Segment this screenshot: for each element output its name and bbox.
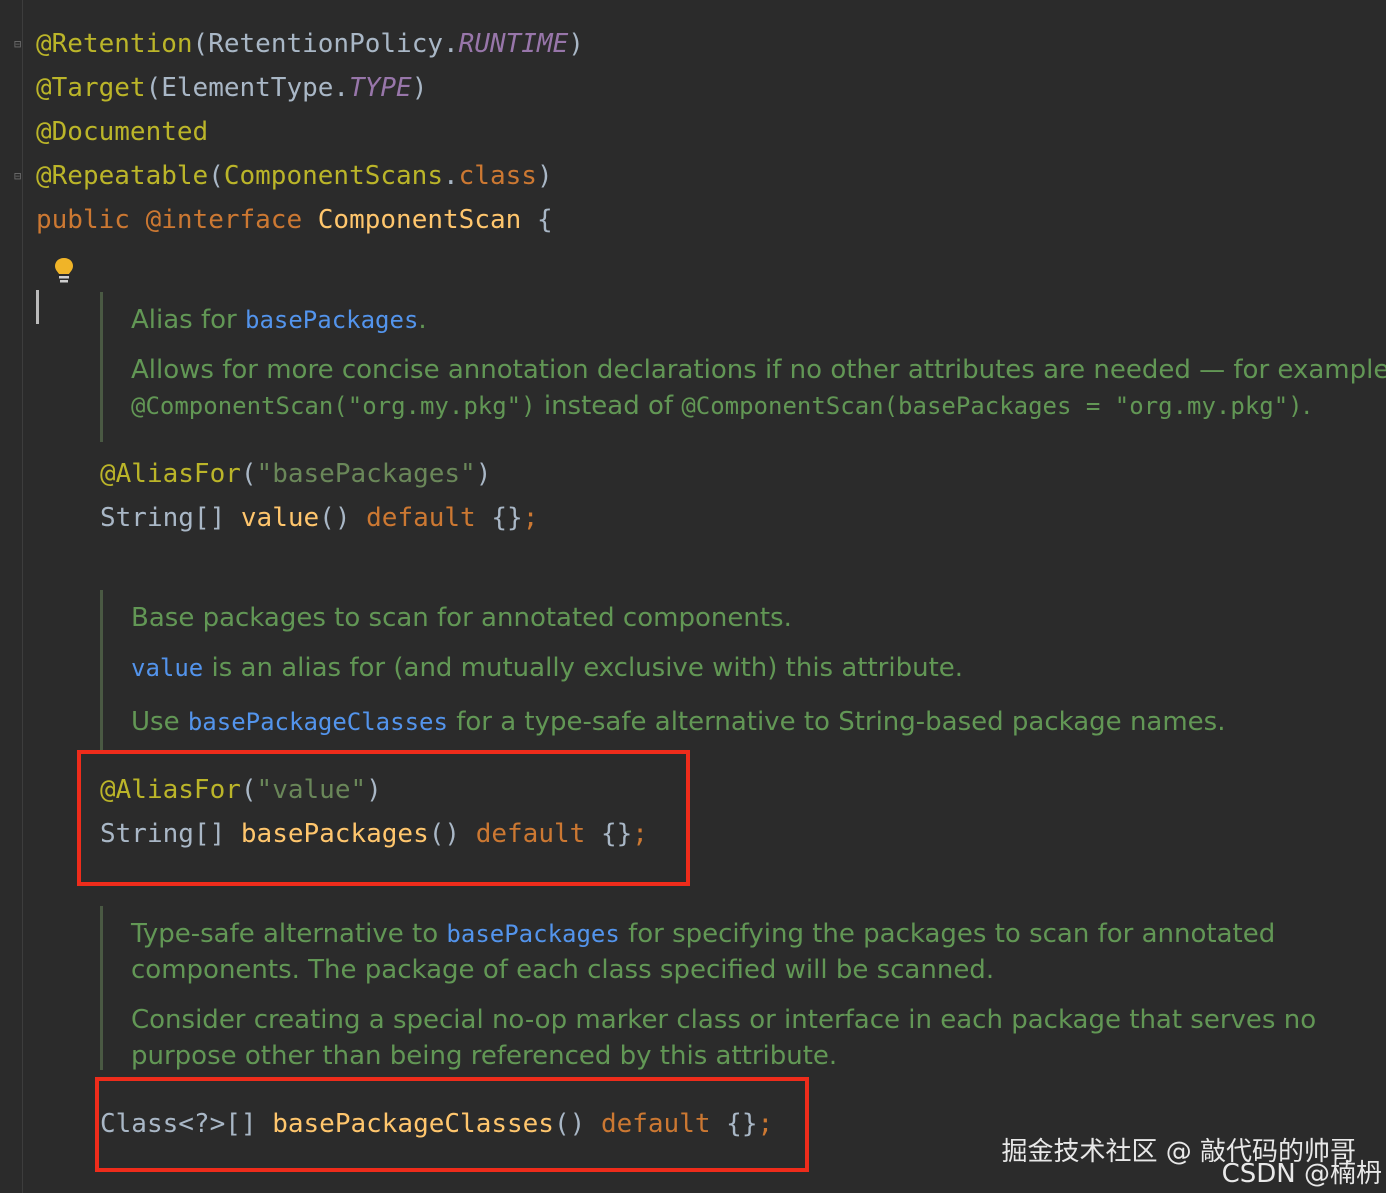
javadoc-value: Alias for basePackages. Allows for more … [100,292,1386,442]
code-line-interface-decl[interactable]: public @interface ComponentScan { [36,203,553,237]
highlight-box-basepackageclasses [95,1077,809,1172]
code-line-repeatable[interactable]: @Repeatable(ComponentScans.class) [36,159,553,193]
annotation-target: @Target [36,73,146,103]
doc-paragraph: Type-safe alternative to basePackages fo… [131,919,1276,949]
interface-name: ComponentScan [317,205,522,235]
annotation-retention: @Retention [36,29,193,59]
doc-paragraph: Use basePackageClasses for a type-safe a… [131,707,1226,737]
doc-paragraph: Consider creating a special no-op marker… [131,1005,1317,1035]
code-line-value-alias[interactable]: @AliasFor("basePackages") [100,457,491,491]
doc-paragraph: Base packages to scan for annotated comp… [131,603,792,633]
doc-link-basepackageclasses[interactable]: basePackageClasses [188,708,448,736]
fold-icon[interactable]: ⊟ [14,169,24,183]
watermark-csdn: CSDN @楠枬 [1221,1159,1382,1189]
doc-link-basepackages[interactable]: basePackages [245,306,418,334]
fold-icon[interactable]: ⊟ [14,37,24,51]
javadoc-basepackages: Base packages to scan for annotated comp… [100,590,1370,750]
code-line-retention[interactable]: @Retention(RetentionPolicy.RUNTIME) [36,27,584,61]
doc-link-basepackages[interactable]: basePackages [446,920,619,948]
code-line-target[interactable]: @Target(ElementType.TYPE) [36,71,427,105]
doc-paragraph: @ComponentScan("org.my.pkg") instead of … [131,391,1311,421]
doc-paragraph: Alias for basePackages. [131,305,427,335]
code-line-documented[interactable]: @Documented [36,115,208,149]
doc-paragraph: value is an alias for (and mutually excl… [131,653,964,683]
annotation-documented: @Documented [36,117,209,147]
annotation-repeatable: @Repeatable [36,161,209,191]
javadoc-basepackageclasses: Type-safe alternative to basePackages fo… [100,906,1370,1071]
highlight-box-basepackages [77,750,690,886]
lightbulb-icon[interactable] [52,256,76,284]
doc-paragraph: components. The package of each class sp… [131,955,995,985]
doc-paragraph: Allows for more concise annotation decla… [131,355,1386,385]
doc-link-value[interactable]: value [131,654,203,682]
text-caret [36,290,39,324]
code-line-value-decl[interactable]: String[] value() default {}; [100,501,538,535]
doc-paragraph: purpose other than being referenced by t… [131,1041,838,1071]
